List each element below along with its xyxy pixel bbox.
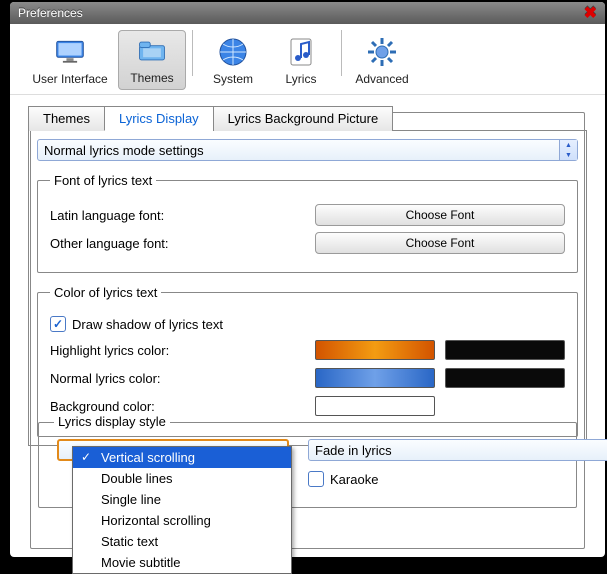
toolbar-themes[interactable]: Themes [118, 30, 186, 90]
normal-color-swatch-1[interactable] [315, 368, 435, 388]
background-color-label: Background color: [50, 399, 280, 414]
tabs-strip: ThemesLyrics DisplayLyrics Background Pi… [28, 106, 587, 131]
highlight-color-swatch-1[interactable] [315, 340, 435, 360]
window-title: Preferences [18, 6, 584, 20]
tabs-panel: Normal lyrics mode settings ▲▼ Font of l… [28, 130, 587, 446]
content-area: ThemesLyrics DisplayLyrics Background Pi… [10, 95, 605, 456]
toolbar-lyrics[interactable]: Lyrics [267, 32, 335, 90]
tab-lyrics-display[interactable]: Lyrics Display [104, 106, 214, 131]
option-single-line[interactable]: Single line [73, 489, 291, 510]
normal-color-label: Normal lyrics color: [50, 371, 280, 386]
toolbar-separator [192, 30, 193, 76]
option-vertical-scrolling[interactable]: Vertical scrolling [73, 447, 291, 468]
gear-icon [366, 36, 398, 68]
scroll-style-options[interactable]: Vertical scrollingDouble linesSingle lin… [72, 446, 292, 574]
toolbar: User Interface Themes System Lyrics Advanced [10, 24, 605, 95]
font-label: Other language font: [50, 236, 280, 251]
titlebar: Preferences ✖ [10, 2, 605, 24]
shadow-checkbox[interactable] [50, 316, 66, 332]
toolbar-label: Lyrics [286, 72, 317, 86]
shadow-label: Draw shadow of lyrics text [72, 317, 223, 332]
tab-themes[interactable]: Themes [28, 106, 105, 131]
note-icon [285, 36, 317, 68]
toolbar-label: System [213, 72, 253, 86]
toolbar-user-interface[interactable]: User Interface [22, 32, 118, 90]
choose-font-button[interactable]: Choose Font [315, 232, 565, 254]
fade-select[interactable]: Fade in lyrics ▲▼ [308, 439, 607, 461]
mode-select-value: Normal lyrics mode settings [44, 143, 204, 158]
toolbar-system[interactable]: System [199, 32, 267, 90]
font-label: Latin language font: [50, 208, 280, 223]
background-color-swatch[interactable] [315, 396, 435, 416]
preferences-window: Preferences ✖ User Interface Themes System… [10, 2, 605, 557]
choose-font-button[interactable]: Choose Font [315, 204, 565, 226]
toolbar-separator [341, 30, 342, 76]
folder-icon [136, 35, 168, 67]
mode-select[interactable]: Normal lyrics mode settings ▲▼ [37, 139, 578, 161]
option-horizontal-scrolling[interactable]: Horizontal scrolling [73, 510, 291, 531]
color-legend: Color of lyrics text [50, 285, 161, 300]
font-fieldset: Font of lyrics text Latin language font:… [37, 173, 578, 273]
toolbar-advanced[interactable]: Advanced [348, 32, 416, 90]
monitor-icon [54, 36, 86, 68]
stepper-icon: ▲▼ [559, 140, 577, 160]
font-legend: Font of lyrics text [50, 173, 156, 188]
option-double-lines[interactable]: Double lines [73, 468, 291, 489]
karaoke-label: Karaoke [330, 472, 378, 487]
option-static-text[interactable]: Static text [73, 531, 291, 552]
toolbar-label: Themes [130, 71, 173, 85]
highlight-color-label: Highlight lyrics color: [50, 343, 280, 358]
highlight-color-swatch-2[interactable] [445, 340, 565, 360]
display-legend: Lyrics display style [54, 414, 170, 429]
tab-lyrics-background-picture[interactable]: Lyrics Background Picture [213, 106, 394, 131]
globe-icon [217, 36, 249, 68]
karaoke-row: Karaoke [308, 471, 378, 487]
fade-select-value: Fade in lyrics [315, 443, 392, 458]
karaoke-checkbox[interactable] [308, 471, 324, 487]
normal-color-swatch-2[interactable] [445, 368, 565, 388]
toolbar-label: Advanced [355, 72, 408, 86]
close-button[interactable]: ✖ [584, 3, 597, 23]
toolbar-label: User Interface [32, 72, 107, 86]
